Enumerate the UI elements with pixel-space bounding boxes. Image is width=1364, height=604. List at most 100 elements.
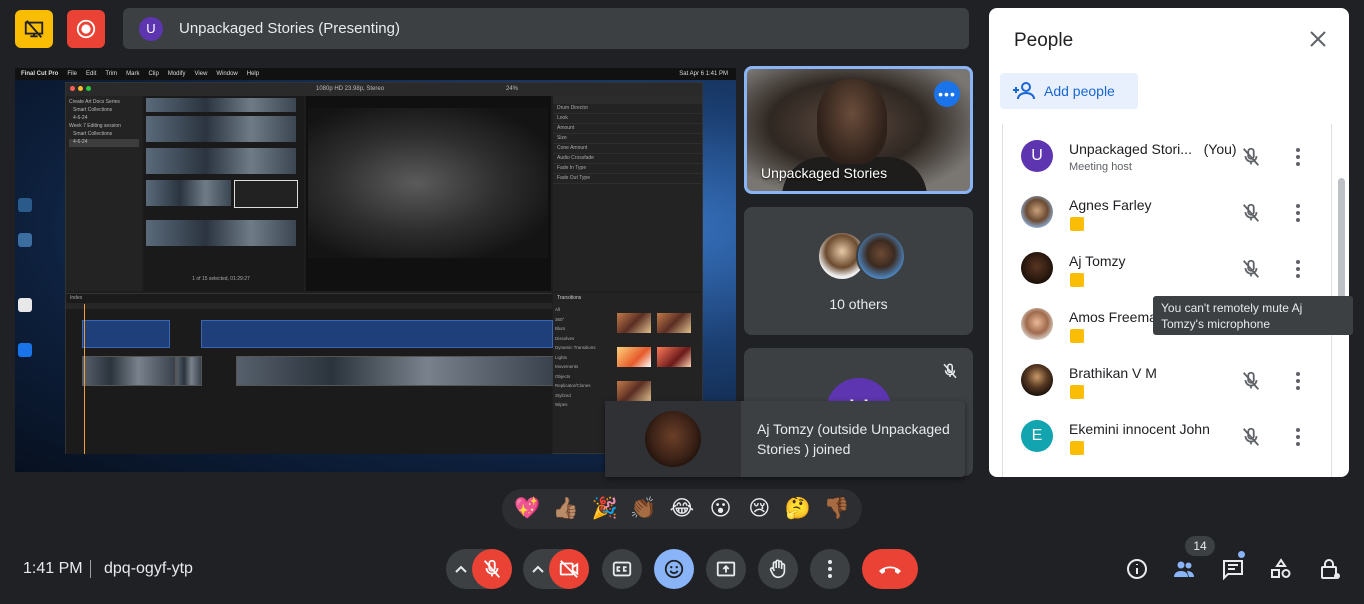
desktop-file-icon <box>18 198 32 212</box>
reaction-clapping[interactable]: 👏🏾 <box>627 497 659 521</box>
fcp-viewer <box>306 96 551 291</box>
recording-button[interactable] <box>67 10 105 48</box>
mic-off-icon[interactable] <box>1240 146 1262 168</box>
people-icon[interactable] <box>1172 557 1196 581</box>
add-people-button[interactable]: Add people <box>1000 73 1138 109</box>
others-count-label: 10 others <box>829 296 888 312</box>
transition-category: All <box>555 307 561 312</box>
reaction-crying[interactable]: 😢 <box>743 497 775 521</box>
participant-row[interactable]: Brathikan V M <box>1003 348 1331 404</box>
speaker-video <box>817 79 887 164</box>
participant-row[interactable]: E Ekemini innocent John <box>1003 404 1331 460</box>
menu-window: Window <box>216 71 238 77</box>
more-options-button[interactable] <box>810 549 850 589</box>
leave-call-button[interactable] <box>862 549 918 589</box>
mic-toggle-button[interactable] <box>472 549 512 589</box>
more-vert-icon[interactable] <box>1295 259 1301 279</box>
presenter-avatar: U <box>139 16 163 41</box>
timeline-clip <box>176 356 202 386</box>
more-vert-icon <box>828 560 832 578</box>
reaction-surprised[interactable]: 😮 <box>705 497 737 521</box>
inspector-row: Fade In Type <box>553 164 702 174</box>
playhead <box>84 304 85 454</box>
menu-modify: Modify <box>167 71 186 77</box>
inspector-row: Drum Director <box>553 104 702 114</box>
mac-menubar: Final Cut Pro File Edit Trim Mark Clip M… <box>15 68 736 80</box>
transition-thumb <box>657 313 691 333</box>
camera-toggle-button[interactable] <box>549 549 589 589</box>
participant-row[interactable]: Agnes Farley <box>1003 180 1331 236</box>
inspector-row: Size <box>553 134 702 144</box>
mic-off-icon <box>483 559 501 578</box>
chevron-up-icon[interactable] <box>454 563 468 575</box>
fcp-browser: 1 of 15 selected, 01:29:27 <box>144 96 304 291</box>
library-item: 4-6-24 <box>69 139 139 147</box>
menubar-clock: Sat Apr 6 1:41 PM <box>679 71 728 77</box>
join-notification-text: Aj Tomzy (outside Unpackaged Stories ) j… <box>757 421 950 457</box>
close-panel-button[interactable] <box>1309 30 1327 51</box>
presentation-off-icon <box>24 20 44 38</box>
panel-scrollbar[interactable] <box>1338 178 1345 298</box>
mic-off-icon[interactable] <box>1240 202 1262 224</box>
meeting-code: dpq-ogyf-ytp <box>104 560 193 577</box>
fcp-libraries: Create Art Docs Series Smart Collections… <box>66 96 142 291</box>
mute-tooltip: You can't remotely mute Aj Tomzy's micro… <box>1153 296 1353 335</box>
reaction-sparkling-heart[interactable]: 💖 <box>511 497 543 521</box>
active-speaker-tile[interactable]: ••• Unpackaged Stories <box>744 66 973 194</box>
participant-avatar <box>1021 308 1053 340</box>
participant-row[interactable]: Aj Tomzy <box>1003 236 1331 292</box>
menu-help: Help <box>246 71 260 77</box>
stop-presenting-button[interactable] <box>15 10 53 48</box>
panel-title: People <box>1014 30 1074 51</box>
host-controls-lock-icon[interactable] <box>1318 557 1342 581</box>
reaction-tears-of-joy[interactable]: 😂 <box>666 497 698 521</box>
reactions-button[interactable] <box>654 549 694 589</box>
inspector-row: Amount <box>553 124 702 134</box>
transitions-categories: All 360° Blurs Dissolves Dynamic Transit… <box>555 305 605 410</box>
timeline-index-label: Index <box>70 295 83 301</box>
mic-off-icon[interactable] <box>1240 426 1262 448</box>
info-icon[interactable] <box>1125 557 1149 581</box>
activities-icon[interactable] <box>1269 557 1293 581</box>
transition-category: 360° <box>555 316 565 322</box>
more-vert-icon[interactable] <box>1295 203 1301 223</box>
mic-off-icon <box>943 363 957 379</box>
others-tile[interactable]: 10 others <box>744 207 973 335</box>
raise-hand-button[interactable] <box>758 549 798 589</box>
reaction-party-popper[interactable]: 🎉 <box>589 497 621 521</box>
clip-thumbnail <box>146 220 296 246</box>
reaction-thinking[interactable]: 🤔 <box>782 497 814 521</box>
participant-avatar <box>1021 196 1053 228</box>
more-vert-icon[interactable] <box>1295 371 1301 391</box>
reactions-bar: 💖 👍🏽 🎉 👏🏾 😂 😮 😢 🤔 👎🏾 <box>502 489 862 529</box>
add-person-icon <box>1013 82 1035 100</box>
reaction-thumbs-down[interactable]: 👎🏾 <box>821 497 853 521</box>
tile-more-options-button[interactable]: ••• <box>934 81 960 107</box>
chevron-up-icon[interactable] <box>531 563 545 575</box>
more-vert-icon[interactable] <box>1295 427 1301 447</box>
participant-name: Ekemini innocent John <box>1069 421 1210 437</box>
participant-name: Agnes Farley <box>1069 197 1152 213</box>
timeline-clip <box>82 320 170 348</box>
library-item: Week 7 Editing session <box>69 123 121 129</box>
present-screen-button[interactable] <box>706 549 746 589</box>
participant-row[interactable]: U Unpackaged Stori... (You) Meeting host <box>1003 124 1331 180</box>
menu-clip: Clip <box>148 71 159 77</box>
mic-off-icon[interactable] <box>1240 258 1262 280</box>
transition-category: Objects <box>555 373 571 379</box>
transition-category: Lights <box>555 354 568 360</box>
transition-category: Replicator/Clones <box>555 383 591 388</box>
reaction-thumbs-up[interactable]: 👍🏽 <box>550 497 582 521</box>
more-vert-icon[interactable] <box>1295 147 1301 167</box>
participant-avatar: U <box>1021 140 1053 172</box>
fcp-timeline: Index <box>66 293 554 454</box>
external-badge-icon <box>1070 441 1084 455</box>
menu-app: Final Cut Pro <box>21 71 59 77</box>
closed-captions-icon <box>612 561 632 577</box>
captions-button[interactable] <box>602 549 642 589</box>
participant-count-badge: 14 <box>1185 536 1215 556</box>
transition-category: Blurs <box>555 326 566 331</box>
chat-icon[interactable] <box>1221 557 1245 581</box>
participant-name: Amos Freema <box>1069 309 1157 325</box>
mic-off-icon[interactable] <box>1240 370 1262 392</box>
